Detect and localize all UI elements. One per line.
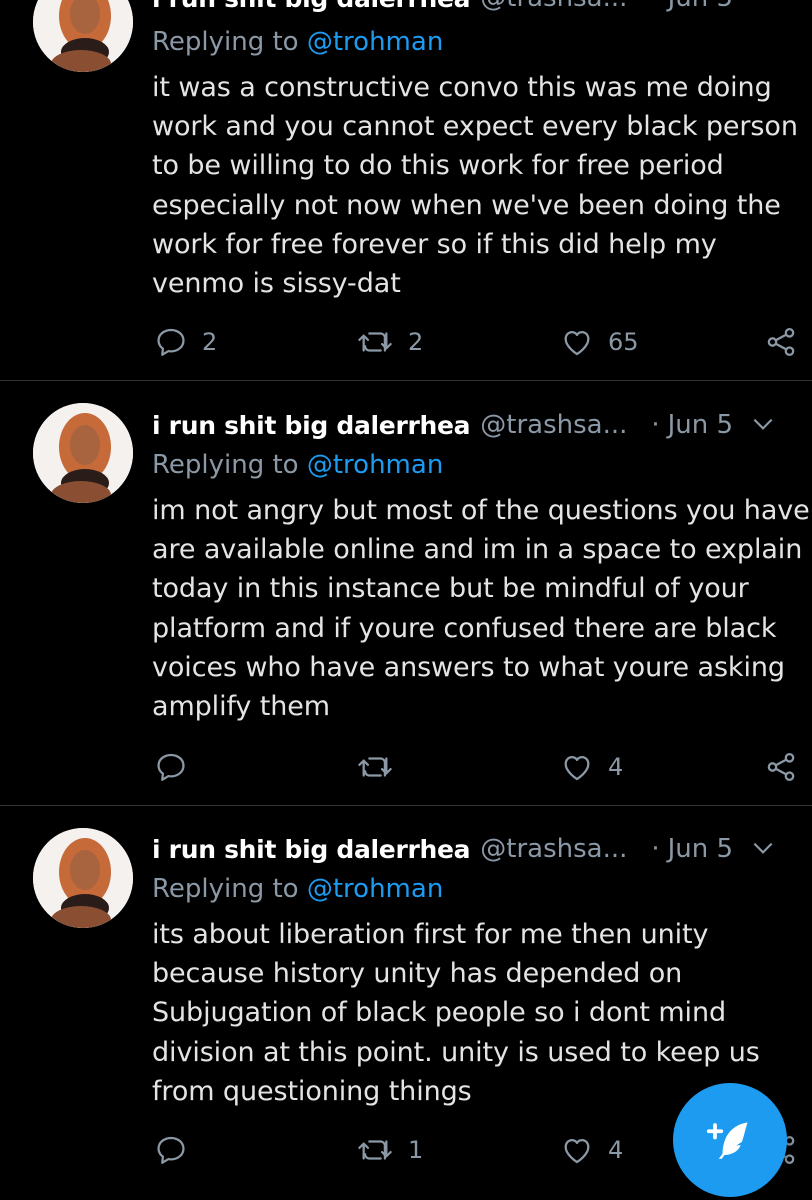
heart-icon	[564, 1138, 590, 1164]
retweet-button[interactable]: 1	[356, 1130, 423, 1170]
date-separator: ·	[651, 410, 660, 440]
tweet-text-line: to be willing to do this work for free p…	[152, 150, 724, 182]
tweet-text-line: im not angry but most of the questions y…	[152, 495, 810, 526]
handle[interactable]: @trashsa...	[480, 834, 627, 864]
replying-to: Replying to @trohman	[152, 27, 443, 57]
retweet-icon	[358, 332, 392, 352]
reply-button[interactable]	[154, 747, 202, 787]
tweet-text-line: division at this point. unity is used to…	[152, 1036, 760, 1068]
tweet-text-line: are available online and im in a space t…	[152, 534, 803, 566]
like-count: 4	[608, 1136, 624, 1164]
tweet-header: i run shit big dalerrhea @trashsa... · J…	[152, 0, 792, 18]
tweet-text-line: work and you cannot expect every black p…	[152, 111, 798, 143]
replying-prefix: Replying to	[152, 450, 299, 480]
reply-icon	[157, 328, 185, 356]
tweet-text-line: because history unity has depended on	[152, 958, 683, 990]
heart-icon	[564, 755, 590, 781]
tweet-text: im not angry but most of the questions y…	[152, 491, 810, 726]
date-separator: ·	[651, 834, 660, 864]
share-button[interactable]	[764, 747, 798, 787]
avatar[interactable]	[33, 828, 133, 928]
replying-mention[interactable]: @trohman	[307, 27, 443, 57]
replying-to: Replying to @trohman	[152, 450, 443, 480]
tweet-text-line: platform and if youre confused there are…	[152, 612, 777, 644]
date-separator: ·	[651, 0, 659, 13]
reply-icon	[157, 753, 185, 781]
tweet-text-line: especially not now when we've been doing…	[152, 189, 781, 221]
reply-button[interactable]: 2	[154, 322, 217, 362]
compose-tweet-icon	[706, 1122, 748, 1159]
tweet-text-line: its about liberation first for me then u…	[152, 919, 709, 950]
retweet-button[interactable]: 2	[356, 322, 423, 362]
replying-prefix: Replying to	[152, 27, 299, 57]
handle[interactable]: @trashsa...	[480, 410, 627, 440]
tweet-text-line: it was a constructive convo this was me …	[152, 72, 772, 103]
retweet-icon	[358, 757, 392, 777]
display-name[interactable]: i run shit big dalerrhea	[152, 835, 471, 864]
retweet-count: 2	[408, 328, 424, 356]
tweet[interactable]: i run shit big dalerrhea @trashsa... · J…	[0, 0, 812, 380]
tweet[interactable]: i run shit big dalerrhea @trashsa... · J…	[0, 381, 812, 804]
reply-button[interactable]	[154, 1130, 202, 1170]
handle[interactable]: @trashsa...	[480, 0, 627, 13]
share-icon	[767, 327, 795, 357]
tweet-text-line: Subjugation of black people so i dont mi…	[152, 997, 726, 1029]
tweet-header: i run shit big dalerrhea @trashsa... · J…	[152, 405, 792, 445]
reply-count: 2	[202, 328, 218, 356]
replying-to: Replying to @trohman	[152, 874, 443, 904]
chevron-down-icon[interactable]	[750, 835, 776, 861]
compose-tweet-button[interactable]	[673, 1083, 787, 1197]
like-button[interactable]: 4	[560, 747, 623, 787]
share-button[interactable]	[764, 322, 798, 362]
tweet-text: it was a constructive convo this was me …	[152, 68, 802, 303]
like-button[interactable]: 4	[560, 1130, 623, 1170]
avatar[interactable]	[33, 0, 133, 72]
tweet-date[interactable]: Jun 5	[668, 834, 733, 864]
tweet-text: its about liberation first for me then u…	[152, 915, 802, 1111]
avatar-photo	[33, 0, 133, 72]
display-name[interactable]: i run shit big dalerrhea	[152, 411, 471, 440]
tweet-text-line: amplify them	[152, 691, 330, 723]
tweet-date[interactable]: Jun 5	[668, 0, 733, 13]
tweet-text-line: venmo is sissy-dat	[152, 268, 401, 300]
retweet-icon	[358, 1140, 392, 1160]
heart-icon	[564, 330, 590, 356]
avatar-photo	[33, 828, 133, 928]
tweet-text-line: work for free forever so if this did hel…	[152, 228, 717, 260]
share-icon	[767, 752, 795, 782]
retweet-count: 1	[408, 1136, 424, 1164]
like-button[interactable]: 65	[560, 322, 639, 362]
replying-mention[interactable]: @trohman	[307, 874, 443, 904]
replying-prefix: Replying to	[152, 874, 299, 904]
retweet-button[interactable]	[356, 747, 408, 787]
avatar-photo	[33, 403, 133, 503]
tweet-text-line: today in this instance but be mindful of…	[152, 573, 749, 605]
replying-mention[interactable]: @trohman	[307, 450, 443, 480]
avatar[interactable]	[33, 403, 133, 503]
tweet-date[interactable]: Jun 5	[668, 410, 733, 440]
display-name[interactable]: i run shit big dalerrhea	[152, 0, 471, 13]
reply-icon	[157, 1136, 185, 1164]
chevron-down-icon[interactable]	[750, 411, 776, 437]
tweet-header: i run shit big dalerrhea @trashsa... · J…	[152, 829, 792, 869]
like-count: 4	[608, 753, 624, 781]
like-count: 65	[608, 328, 639, 356]
tweet-text-line: voices who have answers to what youre as…	[152, 651, 785, 683]
